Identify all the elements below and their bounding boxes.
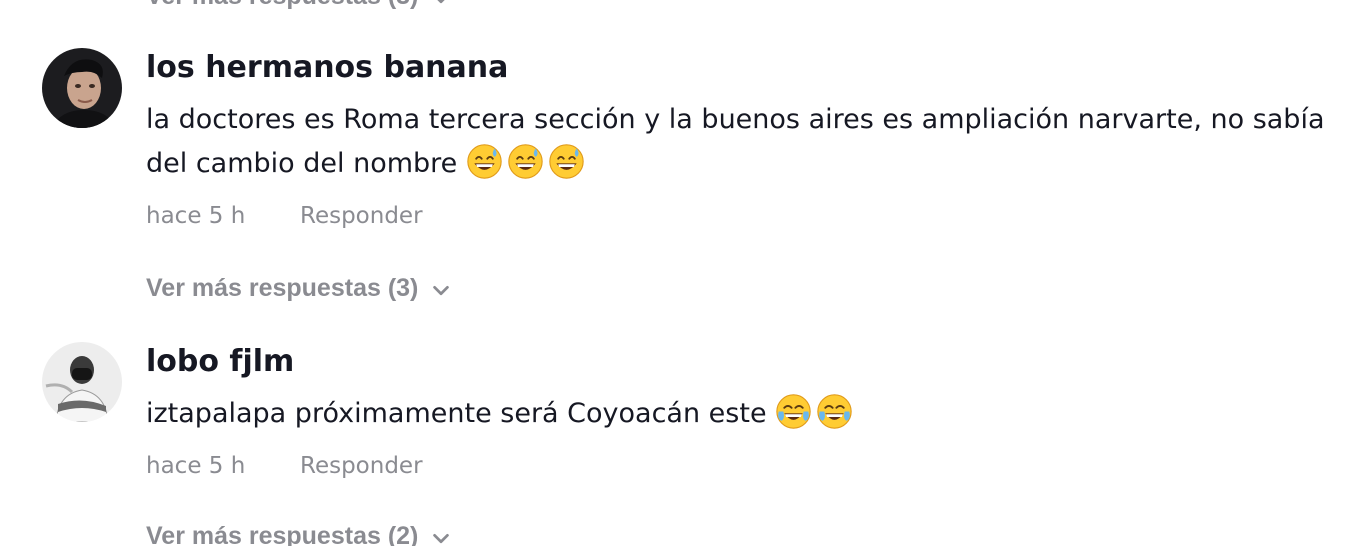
comment-text: la doctores es Roma tercera sección y la… (146, 98, 1360, 186)
comment-username[interactable]: lobo fjlm (146, 344, 294, 379)
more-replies-label: Ver más respuestas (3) (146, 0, 418, 11)
avatar[interactable] (42, 48, 122, 128)
more-replies-link[interactable]: Ver más respuestas (3) (146, 0, 452, 11)
more-replies-label: Ver más respuestas (3) (146, 274, 419, 302)
grinning-sweat-emoji-icon (549, 144, 584, 179)
comment-text: iztapalapa próximamente será Coyoacán es… (146, 392, 1360, 436)
more-replies-link[interactable]: Ver más respuestas (3) (146, 274, 452, 303)
comment-timestamp: hace 5 h (146, 453, 246, 479)
grinning-sweat-emoji-icon (467, 144, 502, 179)
comment-text-line: la doctores es Roma tercera sección y la… (146, 104, 1325, 135)
chevron-down-icon (433, 285, 450, 295)
more-replies-label: Ver más respuestas (2) (146, 522, 419, 546)
comment-timestamp: hace 5 h (146, 203, 246, 229)
more-replies-link[interactable]: Ver más respuestas (2) (146, 522, 452, 546)
chevron-down-icon (433, 533, 450, 543)
tears-of-joy-emoji-icon (817, 394, 852, 429)
comment-meta: hace 5 h Responder (146, 203, 423, 229)
grinning-sweat-emoji-icon (508, 144, 543, 179)
comment-username[interactable]: los hermanos banana (146, 50, 508, 85)
user-avatar-image (42, 342, 122, 422)
comment-meta: hace 5 h Responder (146, 453, 423, 479)
comment-text-line: iztapalapa próximamente será Coyoacán es… (146, 392, 1360, 436)
comment-text-line-2: del cambio del nombre (146, 142, 1360, 186)
comment-text-fragment: iztapalapa próximamente será Coyoacán es… (146, 398, 767, 429)
user-avatar-image (42, 48, 122, 128)
avatar[interactable] (42, 342, 122, 422)
chevron-down-icon (438, 0, 445, 3)
reply-button[interactable]: Responder (300, 453, 423, 479)
reply-button[interactable]: Responder (300, 203, 423, 229)
tears-of-joy-emoji-icon (776, 394, 811, 429)
comment-text-fragment: del cambio del nombre (146, 148, 458, 179)
